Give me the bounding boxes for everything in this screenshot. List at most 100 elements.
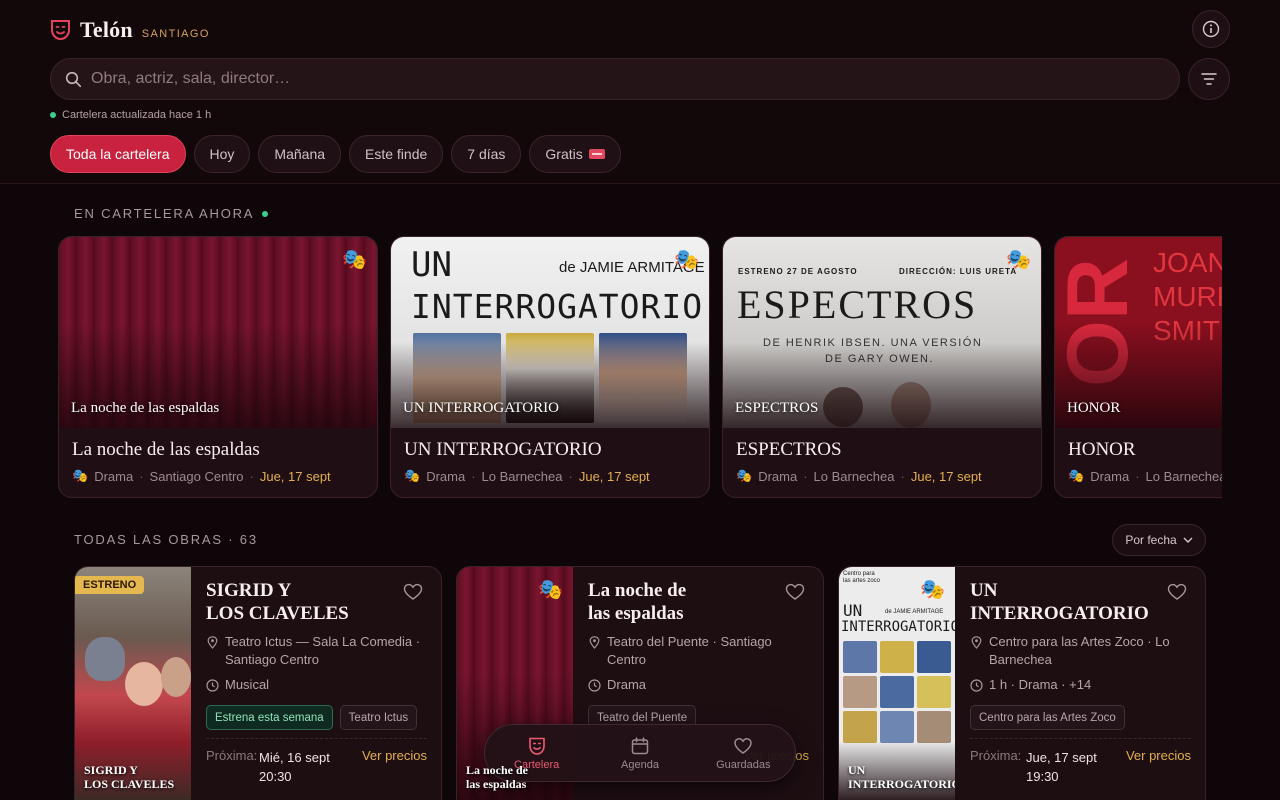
featured-title: La noche de las espaldas <box>72 439 260 460</box>
location: Santiago Centro <box>149 468 244 484</box>
heart-icon[interactable] <box>1167 583 1187 601</box>
chip-all[interactable]: Toda la cartelera <box>50 135 186 173</box>
play-card[interactable]: ESTRENO SIGRID Y LOS CLAVELES SIGRID Y LOS… <box>74 566 442 800</box>
poster-title: UN INTERROGATORIO <box>848 763 955 791</box>
chip-label: 7 días <box>467 146 506 162</box>
play-card[interactable]: Centro para las artes zoco UN de JAMIE A… <box>838 566 1206 800</box>
heart-icon <box>734 737 753 754</box>
poster-text: ESTRENO 27 DE AGOSTO <box>738 267 858 276</box>
genre-text: Musical <box>225 677 270 692</box>
poster-text: DE GARY OWEN. <box>825 353 934 365</box>
theater-masks-icon: 🎭 <box>404 468 421 483</box>
divider <box>206 738 427 739</box>
tag[interactable]: Teatro Ictus <box>339 705 418 730</box>
poster-text: de JAMIE ARMITAGE <box>885 609 944 615</box>
search-icon <box>65 71 82 88</box>
featured-heading-text: EN CARTELERA AHORA <box>74 206 255 221</box>
next-show-value: Jue, 17 sept 19:30 <box>1026 750 1097 784</box>
info-row: 1 h · Drama · +14 <box>970 676 1195 694</box>
nav-agenda[interactable]: Agenda <box>588 725 691 781</box>
featured-card[interactable]: ESTRENO 27 DE AGOSTO DIRECCIÓN: LUIS URE… <box>722 236 1042 498</box>
theater-masks-icon: 🎭 <box>1006 249 1031 271</box>
clock-icon <box>588 679 601 692</box>
location-pin-icon <box>207 636 218 649</box>
poster-text: DIRECCIÓN: LUIS URETA <box>899 267 1018 276</box>
featured-meta: 🎭 Drama· Lo Barnechea· <box>1068 468 1222 484</box>
actor-photo <box>917 641 951 673</box>
chip-label: Toda la cartelera <box>66 146 170 162</box>
poster-text: INTERROGATORIO <box>841 619 955 635</box>
featured-meta: 🎭 Drama · Lo Barnechea · Jue, 17 sept <box>736 468 982 484</box>
featured-card[interactable]: UN de JAMIE ARMITAGE INTERROGATORIO UN I… <box>390 236 710 498</box>
genre: Drama <box>758 468 798 484</box>
genre: Drama <box>94 468 134 484</box>
sort-dropdown[interactable]: Por fecha <box>1112 524 1206 556</box>
actor-photo <box>843 711 877 743</box>
venue-text: Barnechea <box>989 652 1052 667</box>
featured-meta: 🎭 Drama · Lo Barnechea · Jue, 17 sept <box>404 468 650 484</box>
poster-text: SMITH <box>1153 315 1222 346</box>
actor-photo <box>880 641 914 673</box>
poster-image: UN de JAMIE ARMITAGE INTERROGATORIO UN I… <box>391 237 709 428</box>
see-prices-link[interactable]: Ver precios <box>362 748 427 763</box>
featured-heading: EN CARTELERA AHORA <box>74 206 269 221</box>
poster-text: Centro para las artes zoco <box>843 571 881 584</box>
clock-icon <box>970 679 983 692</box>
chip-today[interactable]: Hoy <box>193 135 251 173</box>
actor-photo <box>891 382 931 428</box>
actor-photo <box>843 641 877 673</box>
actor-photo <box>85 637 125 681</box>
nav-saved[interactable]: Guardadas <box>692 725 795 781</box>
next-show-value: Mié, 16 sept 20:30 <box>259 750 330 784</box>
chip-weekend[interactable]: Este finde <box>349 135 444 173</box>
date: Jue, 17 sept <box>578 468 650 484</box>
location: Lo Barnechea <box>1145 468 1222 484</box>
brand-name: Telón <box>80 17 133 42</box>
actor-photo <box>917 711 951 743</box>
sort-label: Por fecha <box>1125 533 1177 547</box>
divider <box>970 738 1191 739</box>
featured-card[interactable]: La noche de las espaldas 🎭 La noche de l… <box>58 236 378 498</box>
poster-title: ESPECTROS <box>735 400 819 416</box>
theater-masks-icon: 🎭 <box>72 468 89 483</box>
featured-card[interactable]: OR JOANN MURR SMITH HONOR HONOR 🎭 Drama·… <box>1054 236 1222 498</box>
tag-list: Centro para las Artes Zoco <box>970 705 1125 730</box>
filter-button[interactable] <box>1188 58 1230 100</box>
date-filter-chips: Toda la cartelera Hoy Mañana Este finde … <box>50 135 621 173</box>
featured-title: ESPECTROS <box>736 439 842 460</box>
venue-text: Teatro del Puente · Santiago <box>607 634 772 649</box>
info-button[interactable] <box>1192 10 1230 48</box>
poster-image: OR JOANN MURR SMITH HONOR <box>1055 237 1222 428</box>
update-status-text: Cartelera actualizada hace 1 h <box>62 109 212 121</box>
duration-genre-text: 1 h · Drama · +14 <box>989 677 1092 692</box>
all-plays-heading: TODAS LAS OBRAS · 63 <box>74 532 258 547</box>
chip-7-days[interactable]: 7 días <box>451 135 522 173</box>
nav-label: Agenda <box>621 758 659 771</box>
tag[interactable]: Estrena esta semana <box>206 705 333 730</box>
actor-photo <box>880 676 914 708</box>
tag[interactable]: Centro para las Artes Zoco <box>970 705 1125 730</box>
brand[interactable]: Telón SANTIAGO <box>50 16 210 44</box>
poster-title: SIGRID Y LOS CLAVELES <box>84 763 175 791</box>
play-title: SIGRID Y LOS CLAVELES <box>206 580 349 624</box>
see-prices-link[interactable]: Ver precios <box>1126 748 1191 763</box>
genre-text: Drama <box>607 677 647 692</box>
featured-carousel[interactable]: La noche de las espaldas 🎭 La noche de l… <box>58 236 1222 498</box>
poster-title: La noche de las espaldas <box>71 400 220 416</box>
chip-label: Hoy <box>209 146 235 162</box>
featured-title: HONOR <box>1068 439 1136 460</box>
theater-mask-logo-icon <box>51 20 70 41</box>
featured-title: UN INTERROGATORIO <box>404 439 602 460</box>
poster-title: UN INTERROGATORIO <box>403 400 559 416</box>
play-title: UN INTERROGATORIO <box>970 580 1149 624</box>
actor-photo <box>823 387 863 427</box>
search-input[interactable] <box>91 59 1171 99</box>
all-plays-heading-text: TODAS LAS OBRAS · 63 <box>74 532 258 547</box>
chip-free[interactable]: Gratis <box>529 135 621 173</box>
ticket-icon <box>588 149 605 159</box>
date: Jue, 17 sept <box>259 468 331 484</box>
venue-text: Centro para las Artes Zoco · Lo <box>989 634 1170 649</box>
heart-icon[interactable] <box>785 583 805 601</box>
heart-icon[interactable] <box>403 583 423 601</box>
chip-tomorrow[interactable]: Mañana <box>258 135 342 173</box>
